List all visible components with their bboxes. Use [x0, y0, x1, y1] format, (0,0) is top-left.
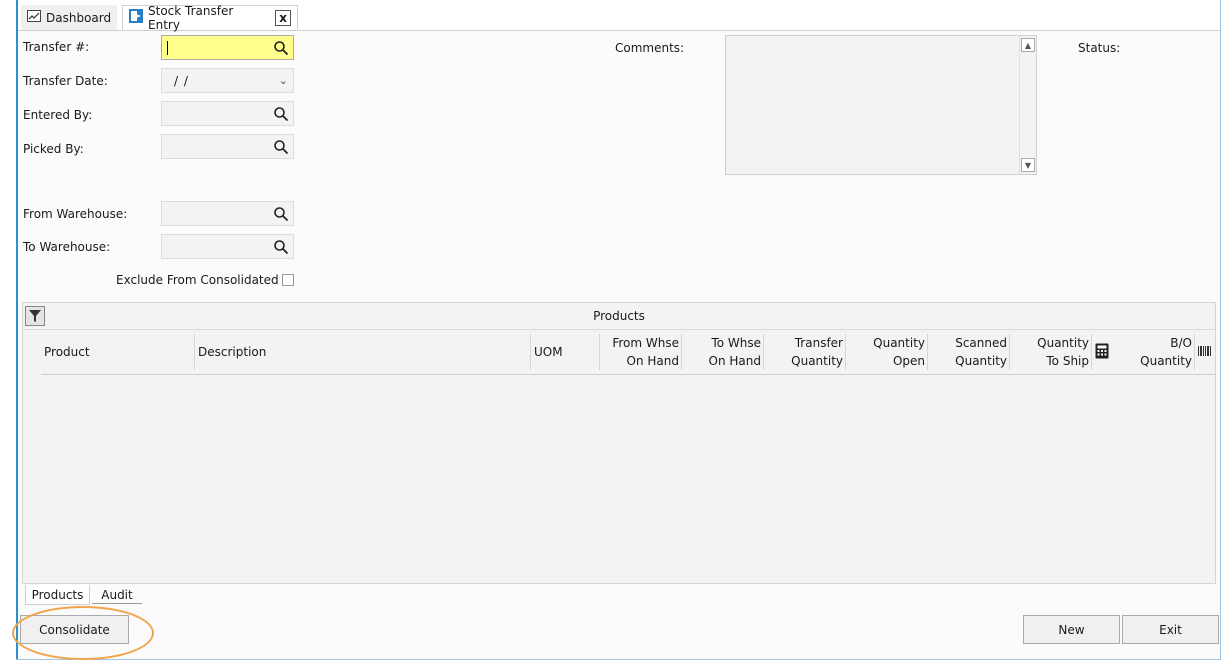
- window-border-left: [16, 0, 18, 660]
- grid-title: Products: [23, 303, 1215, 330]
- consolidate-button[interactable]: Consolidate: [20, 615, 129, 644]
- transfer-number-label: Transfer #:: [23, 40, 90, 54]
- exclude-consolidated-checkbox[interactable]: [282, 274, 294, 286]
- barcode-icon[interactable]: [1198, 346, 1212, 356]
- column-header-quantity-open[interactable]: Quantity Open: [846, 334, 928, 370]
- from-warehouse-input[interactable]: [161, 201, 294, 226]
- column-header-to-whse-on-hand[interactable]: To Whse On Hand: [682, 334, 764, 370]
- transfer-icon: [129, 9, 143, 26]
- calculator-icon[interactable]: [1095, 343, 1109, 359]
- tab-products[interactable]: Products: [25, 585, 90, 605]
- comments-scrollbar[interactable]: ▲ ▼: [1019, 36, 1036, 174]
- from-warehouse-label: From Warehouse:: [23, 207, 128, 221]
- transfer-date-label: Transfer Date:: [23, 74, 108, 88]
- window-border-right: [1220, 0, 1221, 660]
- comments-label: Comments:: [615, 41, 685, 55]
- filter-icon[interactable]: [25, 306, 45, 326]
- search-icon[interactable]: [273, 239, 289, 255]
- chevron-down-icon[interactable]: ⌄: [279, 74, 288, 87]
- entered-by-input[interactable]: [161, 101, 294, 126]
- grid-header: Product Description UOM From Whse On Hand…: [41, 330, 1215, 375]
- products-grid: Products Product Description UOM From Wh…: [22, 302, 1216, 584]
- column-header-product[interactable]: Product: [41, 334, 195, 370]
- text-cursor: [167, 41, 168, 55]
- tab-stock-transfer-entry[interactable]: Stock Transfer Entry x: [122, 3, 298, 32]
- tab-dashboard[interactable]: Dashboard: [21, 5, 117, 30]
- new-button[interactable]: New: [1023, 615, 1120, 644]
- transfer-date-value: / /: [174, 74, 189, 88]
- close-icon[interactable]: x: [275, 9, 291, 26]
- search-icon[interactable]: [273, 40, 289, 56]
- picked-by-input[interactable]: [161, 134, 294, 159]
- to-warehouse-input[interactable]: [161, 234, 294, 259]
- column-header-bo-quantity[interactable]: B/O Quantity: [1111, 334, 1195, 370]
- scroll-down-icon[interactable]: ▼: [1021, 158, 1035, 172]
- tab-audit[interactable]: Audit: [92, 585, 142, 605]
- column-header-description[interactable]: Description: [195, 334, 531, 370]
- picked-by-label: Picked By:: [23, 142, 84, 156]
- tab-stock-transfer-label: Stock Transfer Entry: [148, 3, 234, 32]
- status-label: Status:: [1078, 41, 1121, 55]
- column-header-from-whse-on-hand[interactable]: From Whse On Hand: [600, 334, 682, 370]
- transfer-number-input[interactable]: [161, 35, 294, 60]
- scroll-up-icon[interactable]: ▲: [1021, 38, 1035, 52]
- transfer-date-input[interactable]: / / ⌄: [161, 68, 294, 93]
- column-header-uom[interactable]: UOM: [531, 334, 600, 370]
- tab-dashboard-label: Dashboard: [46, 10, 112, 25]
- exit-button[interactable]: Exit: [1122, 615, 1219, 644]
- to-warehouse-label: To Warehouse:: [23, 240, 111, 254]
- comments-textarea[interactable]: ▲ ▼: [725, 35, 1037, 175]
- entered-by-label: Entered By:: [23, 108, 93, 122]
- search-icon[interactable]: [273, 106, 289, 122]
- column-header-quantity-to-ship[interactable]: Quantity To Ship: [1010, 334, 1092, 370]
- chart-icon: [27, 10, 41, 25]
- column-header-scanned-quantity[interactable]: Scanned Quantity: [928, 334, 1010, 370]
- search-icon[interactable]: [273, 139, 289, 155]
- exclude-consolidated-label: Exclude From Consolidated: [116, 273, 279, 287]
- column-header-transfer-quantity[interactable]: Transfer Quantity: [764, 334, 846, 370]
- search-icon[interactable]: [273, 206, 289, 222]
- tab-audit-underline: [92, 603, 142, 604]
- window-border-bottom: [16, 659, 1221, 660]
